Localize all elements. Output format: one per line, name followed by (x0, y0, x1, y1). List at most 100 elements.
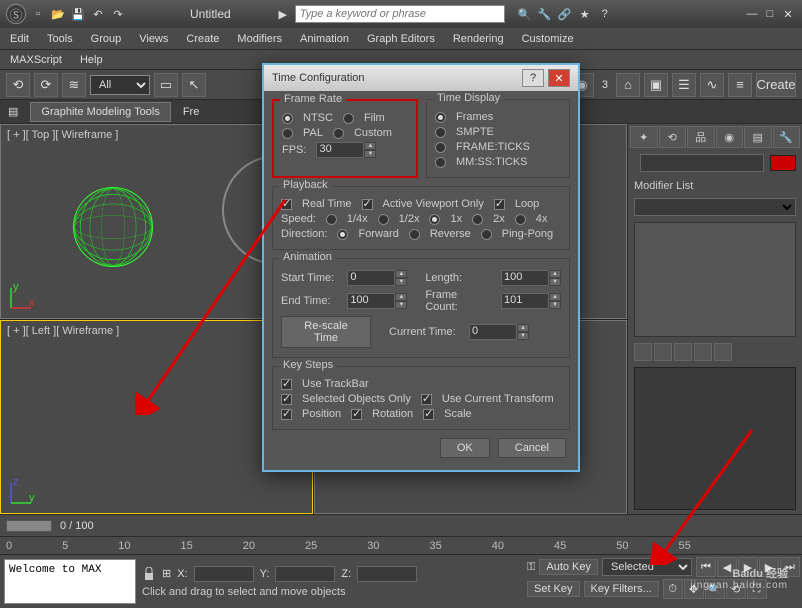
motion-tab-icon[interactable]: ◉ (716, 126, 744, 148)
usecurrent-check[interactable] (421, 394, 432, 405)
create-button[interactable]: Create (756, 73, 796, 97)
grid-icon[interactable]: ⊞ (162, 567, 171, 580)
ribbon-toggle-icon[interactable]: ▤ (8, 105, 18, 118)
nav-orbit-icon[interactable]: ⟲ (726, 579, 746, 599)
menu-modifiers[interactable]: Modifiers (237, 33, 282, 45)
rescale-button[interactable]: Re-scale Time (281, 316, 371, 348)
x-field[interactable] (194, 566, 254, 582)
rotation-check[interactable] (351, 409, 362, 420)
scale-check[interactable] (423, 409, 434, 420)
object-name-field[interactable] (640, 154, 764, 172)
key-mode-dropdown[interactable]: Selected (602, 558, 692, 576)
modifier-stack[interactable] (634, 222, 796, 337)
start-spinner[interactable]: ▲▼ (395, 270, 407, 286)
custom-radio[interactable] (333, 128, 344, 139)
keyfilters-button[interactable]: Key Filters... (584, 581, 659, 597)
link-icon[interactable]: 🔗 (557, 6, 573, 22)
avo-check[interactable] (362, 199, 373, 210)
nav-pan-icon[interactable]: ✥ (684, 579, 704, 599)
current-spinner[interactable]: ▲▼ (517, 324, 529, 340)
show-end-icon[interactable] (654, 343, 672, 361)
dialog-close-button[interactable]: ✕ (548, 69, 570, 87)
menu-views[interactable]: Views (139, 33, 168, 45)
speed-14-radio[interactable] (326, 214, 337, 225)
menu-edit[interactable]: Edit (10, 33, 29, 45)
binocular-icon[interactable]: 🔍 (517, 6, 533, 22)
redo-icon[interactable]: ↷ (110, 6, 126, 22)
reverse-radio[interactable] (409, 229, 420, 240)
play-icon[interactable]: ▶ (738, 557, 758, 577)
menu-animation[interactable]: Animation (300, 33, 349, 45)
ribbon-tab-modeling[interactable]: Graphite Modeling Tools (30, 102, 170, 122)
dope-icon[interactable]: ≡ (728, 73, 752, 97)
configure-icon[interactable] (714, 343, 732, 361)
select-tool-icon[interactable]: ▭ (154, 73, 178, 97)
nav-max-icon[interactable]: ⛶ (747, 579, 767, 599)
display-tab-icon[interactable]: ▤ (744, 126, 772, 148)
viewport-top-label[interactable]: [ + ][ Top ][ Wireframe ] (7, 129, 118, 141)
prev-frame-icon[interactable]: ◀ (717, 557, 737, 577)
selonly-check[interactable] (281, 394, 292, 405)
ntsc-radio[interactable] (282, 113, 293, 124)
frameticks-radio[interactable] (435, 142, 446, 153)
selection-filter-dropdown[interactable]: All (90, 75, 150, 95)
start-field[interactable]: 0 (347, 270, 395, 286)
menu-help[interactable]: Help (80, 54, 103, 66)
fps-field[interactable]: 30 (316, 142, 364, 158)
smpte-radio[interactable] (435, 127, 446, 138)
open-icon[interactable]: 📂 (50, 6, 66, 22)
film-radio[interactable] (343, 113, 354, 124)
quick-render-icon[interactable]: ☰ (672, 73, 696, 97)
next-frame-icon[interactable]: ▶ (759, 557, 779, 577)
modify-tab-icon[interactable]: ⟲ (659, 126, 687, 148)
mmss-radio[interactable] (435, 157, 446, 168)
lock-icon[interactable] (142, 567, 156, 581)
select-arrow-icon[interactable]: ↖ (182, 73, 206, 97)
speed-4-radio[interactable] (515, 214, 526, 225)
end-field[interactable]: 100 (347, 293, 395, 309)
maximize-button[interactable]: □ (762, 6, 778, 22)
menu-maxscript[interactable]: MAXScript (10, 54, 62, 66)
autokey-button[interactable]: Auto Key (539, 559, 598, 575)
speed-2-radio[interactable] (472, 214, 483, 225)
length-spinner[interactable]: ▲▼ (549, 270, 561, 286)
sphere-object[interactable] (73, 187, 153, 267)
framecount-spinner[interactable]: ▲▼ (549, 293, 561, 309)
speed-1-radio[interactable] (429, 214, 440, 225)
remove-mod-icon[interactable] (694, 343, 712, 361)
wrench-icon[interactable]: 🔧 (537, 6, 553, 22)
star-icon[interactable]: ★ (577, 6, 593, 22)
modifier-list-dropdown[interactable] (634, 198, 796, 216)
time-config-icon[interactable]: ⏱ (663, 579, 683, 599)
length-field[interactable]: 100 (501, 270, 549, 286)
pal-radio[interactable] (282, 128, 293, 139)
create-tab-icon[interactable]: ✦ (630, 126, 658, 148)
script-listener[interactable]: Welcome to MAX (4, 559, 136, 604)
unlink-tool-icon[interactable]: ⟳ (34, 73, 58, 97)
y-field[interactable] (275, 566, 335, 582)
help-icon[interactable]: ? (597, 6, 613, 22)
menu-create[interactable]: Create (186, 33, 219, 45)
unique-icon[interactable] (674, 343, 692, 361)
render-frame-icon[interactable]: ▣ (644, 73, 668, 97)
forward-radio[interactable] (337, 229, 348, 240)
new-icon[interactable]: ▫ (30, 6, 46, 22)
hierarchy-tab-icon[interactable]: 品 (687, 126, 715, 148)
trackbar-check[interactable] (281, 379, 292, 390)
save-icon[interactable]: 💾 (70, 6, 86, 22)
menu-rendering[interactable]: Rendering (453, 33, 504, 45)
menu-group[interactable]: Group (91, 33, 122, 45)
goto-end-icon[interactable]: ⏭ (780, 557, 800, 577)
render-setup-icon[interactable]: ⌂ (616, 73, 640, 97)
realtime-check[interactable] (281, 199, 292, 210)
curve-editor-icon[interactable]: ∿ (700, 73, 724, 97)
current-field[interactable]: 0 (469, 324, 517, 340)
utilities-tab-icon[interactable]: 🔧 (773, 126, 801, 148)
z-field[interactable] (357, 566, 417, 582)
viewport-left-label[interactable]: [ + ][ Left ][ Wireframe ] (7, 325, 119, 337)
undo-icon[interactable]: ↶ (90, 6, 106, 22)
dialog-help-button[interactable]: ? (522, 69, 544, 87)
object-color-swatch[interactable] (770, 155, 796, 171)
pingpong-radio[interactable] (481, 229, 492, 240)
framecount-field[interactable]: 101 (501, 293, 549, 309)
